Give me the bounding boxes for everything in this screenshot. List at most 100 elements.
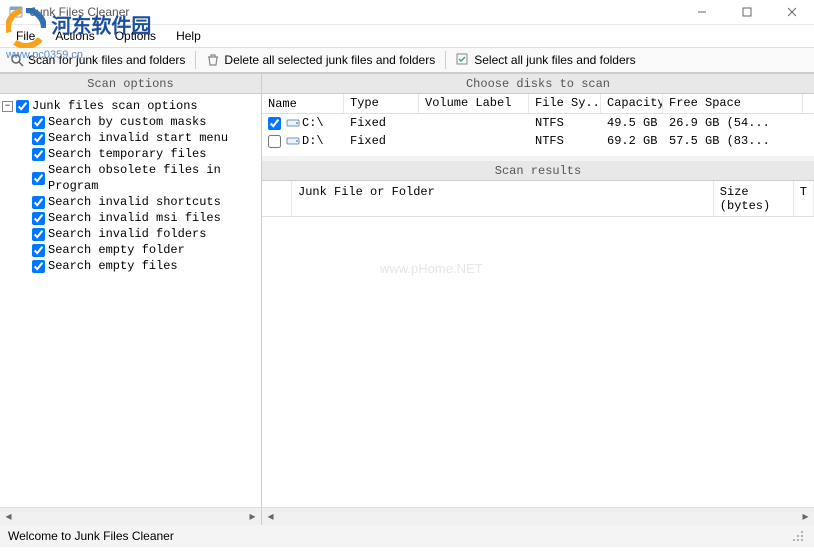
check-all-icon: [456, 53, 470, 67]
tree-item-label: Search empty folder: [48, 242, 185, 258]
select-all-button[interactable]: Select all junk files and folders: [450, 51, 641, 69]
disk-volume: [419, 140, 529, 142]
left-scrollbar[interactable]: ◂ ▸: [0, 507, 261, 524]
tree-item-label: Search invalid folders: [48, 226, 206, 242]
col-size-label: Size: [720, 185, 749, 199]
tree-item-checkbox[interactable]: [32, 148, 45, 161]
tree-item-checkbox[interactable]: [32, 228, 45, 241]
col-t[interactable]: T: [794, 181, 814, 216]
resize-grip-icon[interactable]: [790, 528, 806, 544]
tree-item[interactable]: Search invalid msi files: [2, 210, 259, 226]
results-table: Junk File or Folder Size (bytes) T: [262, 181, 814, 507]
close-button[interactable]: [769, 0, 814, 25]
titlebar: Junk Files Cleaner: [0, 0, 814, 25]
col-free[interactable]: Free Space: [663, 94, 803, 113]
disk-volume: [419, 122, 529, 124]
col-junkfile[interactable]: Junk File or Folder: [292, 181, 714, 216]
search-icon: [10, 53, 24, 67]
disks-table: Name Type Volume Label File Sy... Capaci…: [262, 94, 814, 156]
select-all-button-label: Select all junk files and folders: [474, 53, 635, 67]
scan-options-header: Scan options: [0, 74, 261, 94]
tree-item[interactable]: Search temporary files: [2, 146, 259, 162]
tree-root-checkbox[interactable]: [16, 100, 29, 113]
disk-capacity: 69.2 GB: [601, 133, 663, 149]
tree-item-checkbox[interactable]: [32, 244, 45, 257]
menu-actions[interactable]: Actions: [45, 27, 104, 45]
toolbar: Scan for junk files and folders Delete a…: [0, 47, 814, 73]
tree-item-checkbox[interactable]: [32, 212, 45, 225]
disks-panel: Choose disks to scan Name Type Volume La…: [262, 74, 814, 156]
tree-item-checkbox[interactable]: [32, 196, 45, 209]
disk-fs: NTFS: [529, 115, 601, 131]
collapse-icon[interactable]: −: [2, 101, 13, 112]
col-size-sub: (bytes): [720, 199, 770, 213]
disk-checkbox[interactable]: [268, 135, 281, 148]
disk-fs: NTFS: [529, 133, 601, 149]
scan-button[interactable]: Scan for junk files and folders: [4, 51, 191, 69]
disk-capacity: 49.5 GB: [601, 115, 663, 131]
disk-free: 57.5 GB (83...: [663, 133, 803, 149]
tree-item[interactable]: Search empty folder: [2, 242, 259, 258]
disk-row[interactable]: C:\FixedNTFS49.5 GB26.9 GB (54...: [262, 114, 814, 132]
scroll-left-icon[interactable]: ◂: [0, 508, 17, 525]
col-capacity[interactable]: Capacity: [601, 94, 663, 113]
scroll-right-icon[interactable]: ▸: [244, 508, 261, 525]
status-text: Welcome to Junk Files Cleaner: [8, 529, 174, 543]
maximize-button[interactable]: [724, 0, 769, 25]
tree-item-checkbox[interactable]: [32, 260, 45, 273]
col-name[interactable]: Name: [262, 94, 344, 113]
tree-item-label: Search temporary files: [48, 146, 206, 162]
drive-icon: [286, 117, 300, 129]
scroll-track[interactable]: [279, 508, 797, 525]
scan-options-tree[interactable]: − Junk files scan options Search by cust…: [0, 94, 261, 507]
delete-button[interactable]: Delete all selected junk files and folde…: [200, 51, 441, 69]
disk-checkbox[interactable]: [268, 117, 281, 130]
delete-button-label: Delete all selected junk files and folde…: [224, 53, 435, 67]
trash-icon: [206, 53, 220, 67]
col-volume[interactable]: Volume Label: [419, 94, 529, 113]
scroll-track[interactable]: [17, 508, 244, 525]
disk-name: D:\: [302, 134, 324, 148]
menu-file[interactable]: File: [6, 27, 45, 45]
window-title: Junk Files Cleaner: [30, 5, 679, 19]
minimize-button[interactable]: [679, 0, 724, 25]
tree-item-label: Search empty files: [48, 258, 178, 274]
disk-type: Fixed: [344, 133, 419, 149]
tree-item[interactable]: Search by custom masks: [2, 114, 259, 130]
col-blank[interactable]: [262, 181, 292, 216]
tree-item[interactable]: Search invalid shortcuts: [2, 194, 259, 210]
tree-root-label: Junk files scan options: [32, 98, 198, 114]
main-area: Scan options − Junk files scan options S…: [0, 73, 814, 524]
right-panel: Choose disks to scan Name Type Volume La…: [262, 74, 814, 524]
app-icon: [8, 4, 24, 20]
tree-item-checkbox[interactable]: [32, 172, 45, 185]
disk-row[interactable]: D:\ Fixed NTFS69.2 GB57.5 GB (83...: [262, 132, 814, 150]
tree-item-label: Search invalid msi files: [48, 210, 221, 226]
tree-item[interactable]: Search invalid start menu: [2, 130, 259, 146]
tree-item-checkbox[interactable]: [32, 116, 45, 129]
tree-item-label: Search invalid shortcuts: [48, 194, 221, 210]
menu-options[interactable]: Options: [105, 27, 166, 45]
toolbar-separator: [445, 51, 446, 69]
results-scrollbar[interactable]: ◂ ▸: [262, 507, 814, 524]
tree-item-checkbox[interactable]: [32, 132, 45, 145]
scroll-right-icon[interactable]: ▸: [797, 508, 814, 525]
tree-item[interactable]: Search invalid folders: [2, 226, 259, 242]
tree-item-label: Search by custom masks: [48, 114, 206, 130]
tree-item[interactable]: Search empty files: [2, 258, 259, 274]
menubar: File Actions Options Help: [0, 25, 814, 47]
results-columns: Junk File or Folder Size (bytes) T: [262, 181, 814, 217]
menu-help[interactable]: Help: [166, 27, 211, 45]
col-type[interactable]: Type: [344, 94, 419, 113]
col-fs[interactable]: File Sy...: [529, 94, 601, 113]
scroll-left-icon[interactable]: ◂: [262, 508, 279, 525]
drive-icon: [286, 135, 300, 147]
tree-item[interactable]: Search obsolete files in Program: [2, 162, 259, 194]
tree-root[interactable]: − Junk files scan options: [2, 98, 259, 114]
statusbar: Welcome to Junk Files Cleaner: [0, 524, 814, 547]
disk-free: 26.9 GB (54...: [663, 115, 803, 131]
scan-options-panel: Scan options − Junk files scan options S…: [0, 74, 262, 524]
disks-header: Choose disks to scan: [262, 74, 814, 94]
tree-item-label: Search invalid start menu: [48, 130, 228, 146]
col-size[interactable]: Size (bytes): [714, 181, 794, 216]
